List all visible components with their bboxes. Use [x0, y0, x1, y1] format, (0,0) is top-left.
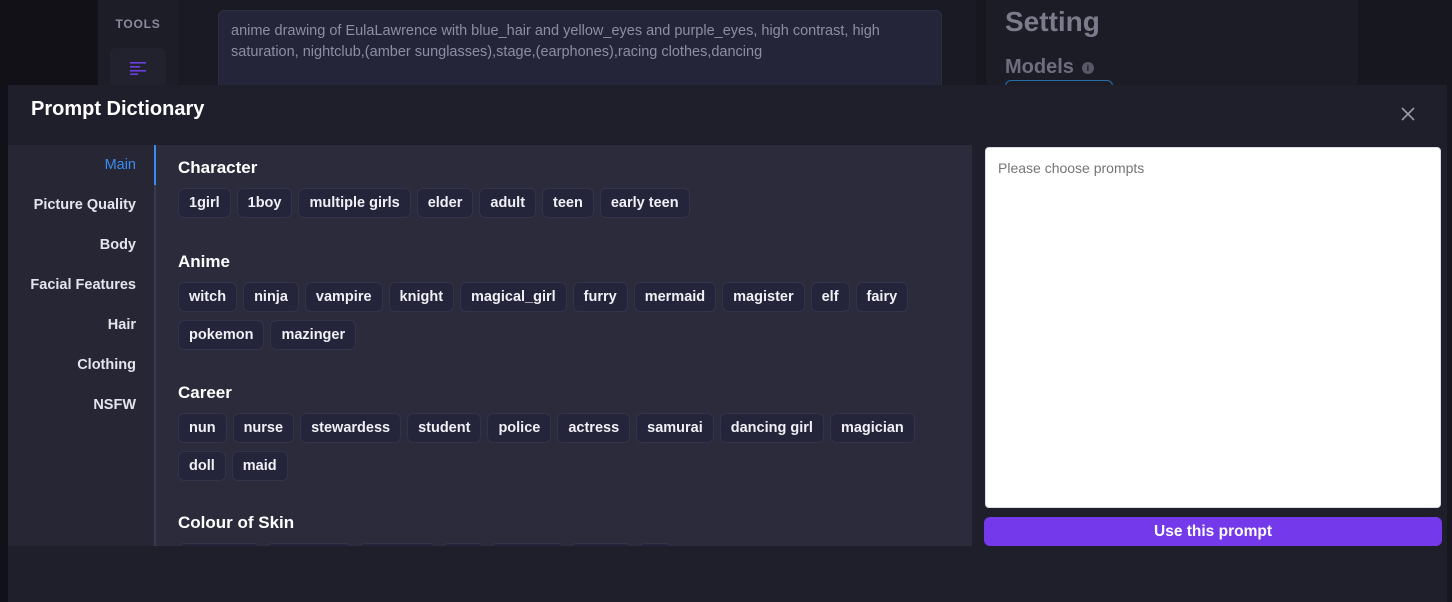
tag-actress[interactable]: actress: [557, 413, 631, 443]
tag-dancing-girl[interactable]: dancing girl: [719, 413, 824, 443]
tag-magical-girl[interactable]: magical_girl: [460, 282, 567, 312]
tag-police[interactable]: police: [487, 413, 552, 443]
tag-early-teen[interactable]: early teen: [599, 188, 690, 218]
sidebar-item-body[interactable]: Body: [100, 237, 136, 253]
tool-button-text[interactable]: [110, 48, 166, 88]
tag-adult[interactable]: adult: [479, 188, 537, 218]
section-title: Character: [178, 158, 258, 177]
modal-header: Prompt Dictionary: [8, 85, 1447, 145]
tag-vampire[interactable]: vampire: [304, 282, 383, 312]
tag-placeholder[interactable]: [442, 543, 484, 546]
prompt-content: Character 1girl 1boy multiple girls elder ad…: [156, 145, 972, 546]
tag-fairy[interactable]: fairy: [855, 282, 909, 312]
sidebar-item-picture-quality[interactable]: Picture Quality: [34, 197, 136, 213]
tag-ninja[interactable]: ninja: [243, 282, 299, 312]
category-sidebar: Main Picture Quality Body Facial Feature…: [8, 145, 156, 546]
tag-magister[interactable]: magister: [722, 282, 805, 312]
section-career: Career nun nurse stewardess student police ac…: [178, 383, 938, 489]
tag-1boy[interactable]: 1boy: [236, 188, 293, 218]
tag-stewardess[interactable]: stewardess: [300, 413, 402, 443]
close-icon: [1401, 107, 1415, 121]
tag-teen[interactable]: teen: [542, 188, 594, 218]
models-label: Models: [1005, 56, 1074, 78]
tag-magician[interactable]: magician: [829, 413, 915, 443]
modal-title: Prompt Dictionary: [31, 98, 205, 120]
tag-placeholder[interactable]: [358, 543, 436, 546]
result-panel: Use this prompt: [972, 145, 1447, 546]
section-character: Character 1girl 1boy multiple girls elder ad…: [178, 158, 938, 226]
tag-student[interactable]: student: [407, 413, 482, 443]
tag-knight[interactable]: knight: [388, 282, 455, 312]
sidebar-item-facial-features[interactable]: Facial Features: [30, 277, 136, 293]
sidebar-item-hair[interactable]: Hair: [108, 317, 136, 333]
tag-multiple-girls[interactable]: multiple girls: [298, 188, 411, 218]
tag-elder[interactable]: elder: [416, 188, 474, 218]
tag-witch[interactable]: witch: [178, 282, 238, 312]
modal-body: Main Picture Quality Body Facial Feature…: [8, 145, 1447, 546]
selected-prompts-textarea[interactable]: [985, 147, 1441, 508]
section-anime: Anime witch ninja vampire knight magical_gir…: [178, 252, 938, 358]
tag-mazinger[interactable]: mazinger: [270, 320, 357, 350]
tag-furry[interactable]: furry: [572, 282, 628, 312]
tag-pokemon[interactable]: pokemon: [178, 320, 265, 350]
models-heading: Models i: [1005, 56, 1094, 79]
section-title: Career: [178, 383, 232, 402]
tag-placeholder[interactable]: [266, 543, 352, 546]
sidebar-item-main[interactable]: Main: [105, 157, 136, 173]
section-colour-of-skin: Colour of Skin: [178, 513, 938, 546]
tag-nun[interactable]: nun: [178, 413, 227, 443]
sidebar-item-nsfw[interactable]: NSFW: [93, 397, 136, 413]
tag-elf[interactable]: elf: [810, 282, 850, 312]
tag-samurai[interactable]: samurai: [636, 413, 714, 443]
info-icon[interactable]: i: [1081, 61, 1094, 74]
text-lines-icon: [130, 62, 146, 75]
tag-nurse[interactable]: nurse: [232, 413, 295, 443]
setting-title: Setting: [1005, 6, 1100, 37]
tag-maid[interactable]: maid: [231, 451, 288, 481]
tag-1girl[interactable]: 1girl: [178, 188, 231, 218]
tag-placeholder[interactable]: [570, 543, 632, 546]
tag-list: witch ninja vampire knight magical_girl furry…: [178, 282, 938, 358]
tag-list: [178, 543, 938, 546]
tag-placeholder[interactable]: [490, 543, 564, 546]
sidebar-item-clothing[interactable]: Clothing: [77, 357, 136, 373]
close-button[interactable]: [1397, 103, 1419, 125]
tag-placeholder[interactable]: [638, 543, 672, 546]
tools-label: TOOLS: [115, 17, 161, 31]
tag-placeholder[interactable]: [178, 543, 260, 546]
tag-mermaid[interactable]: mermaid: [633, 282, 717, 312]
tag-list: nun nurse stewardess student police actress sa…: [178, 413, 938, 489]
section-title: Anime: [178, 252, 230, 271]
section-title: Colour of Skin: [178, 513, 295, 532]
prompt-dictionary-modal: Prompt Dictionary Main Picture Quality B…: [8, 85, 1447, 602]
tag-list: 1girl 1boy multiple girls elder adult teen ear…: [178, 188, 938, 226]
tag-doll[interactable]: doll: [178, 451, 226, 481]
use-this-prompt-button[interactable]: Use this prompt: [984, 517, 1442, 546]
